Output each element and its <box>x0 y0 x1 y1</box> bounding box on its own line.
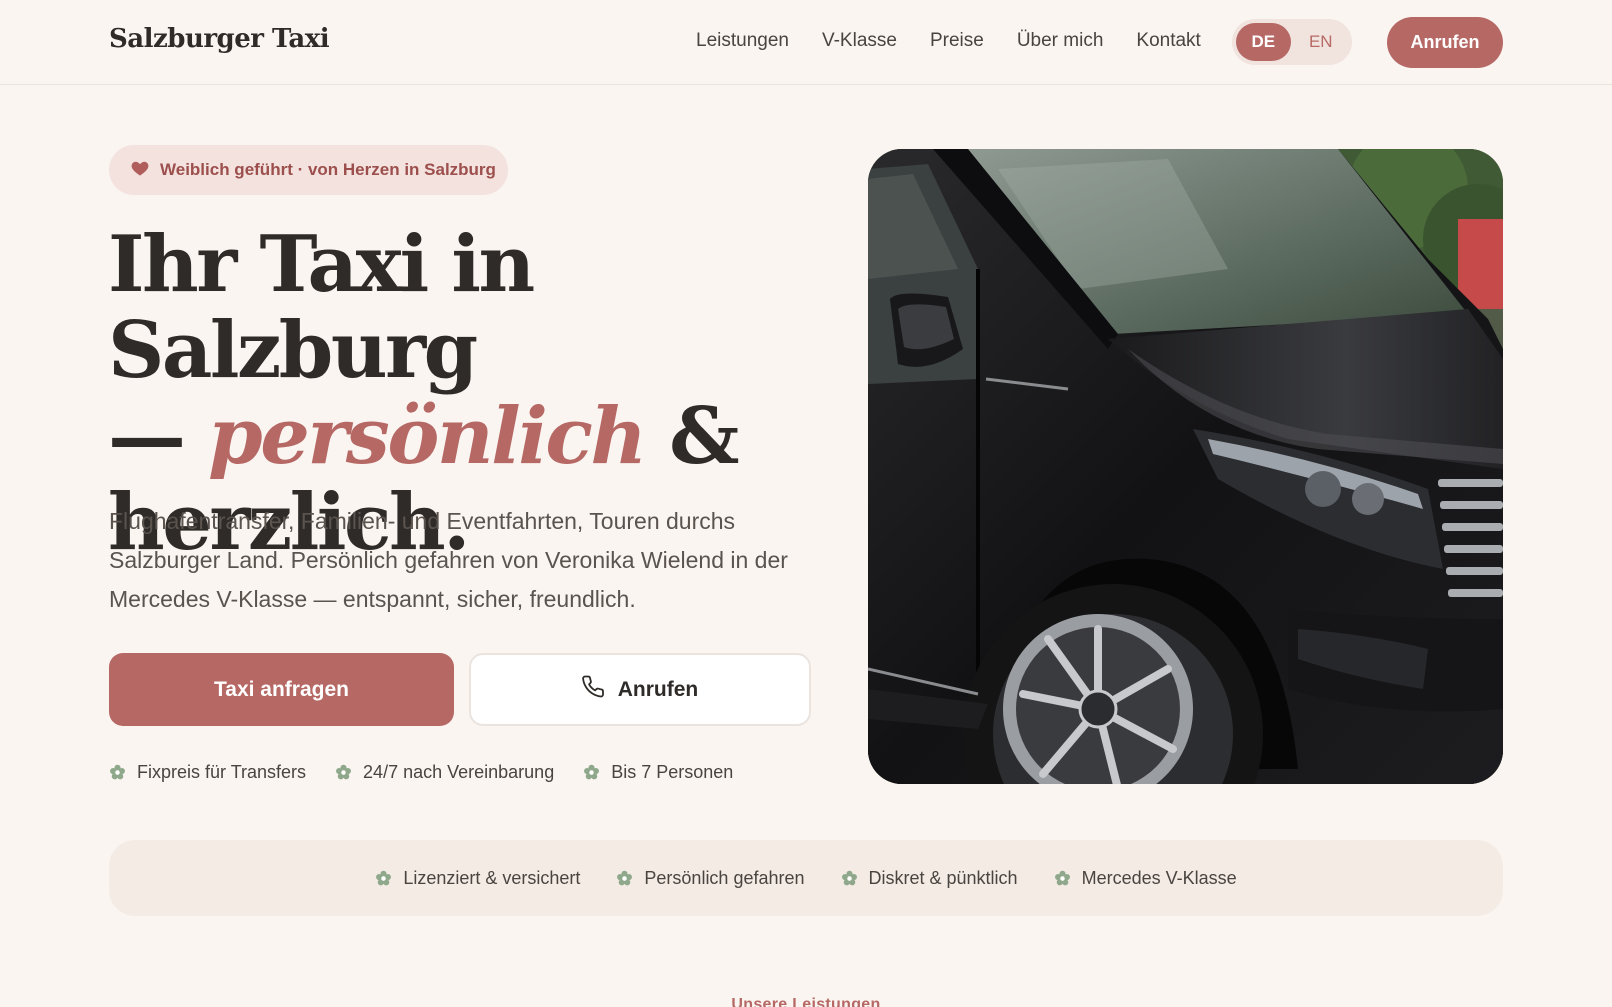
hero-lead: Flughafentransfer, Familien- und Eventfa… <box>109 508 788 612</box>
feature-label: 24/7 nach Vereinbarung <box>363 762 555 782</box>
trust-label: Lizenziert & versichert <box>403 867 581 888</box>
trust-label: Diskret & pünktlich <box>868 867 1018 888</box>
language-switcher: DE EN <box>1232 19 1352 65</box>
flower-icon <box>376 870 392 885</box>
hero-badge-text: Weiblich geführt · von Herzen in Salzbur… <box>160 160 496 179</box>
trust-label: Persönlich gefahren <box>644 867 805 888</box>
flower-icon <box>1054 870 1070 885</box>
headline-amp: & <box>644 391 739 482</box>
feature-item: Fixpreis für Transfers <box>109 762 306 783</box>
feature-label: Fixpreis für Transfers <box>137 762 307 782</box>
feature-label: Bis 7 Personen <box>611 762 734 782</box>
lang-option-en[interactable]: EN <box>1294 23 1349 61</box>
heart-icon <box>130 158 150 183</box>
hero-features: Fixpreis für Transfers 24/7 nach Vereinb… <box>109 762 733 783</box>
trust-label: Mercedes V-Klasse <box>1081 867 1237 888</box>
lang-option-de[interactable]: DE <box>1236 23 1291 61</box>
headline-dash: — <box>108 391 209 482</box>
nav-link-ueber-mich[interactable]: Über mich <box>1017 30 1104 52</box>
hero-call-button[interactable]: Anrufen <box>469 653 811 726</box>
nav-link-v-klasse[interactable]: V-Klasse <box>822 30 897 52</box>
feature-item: 24/7 nach Vereinbarung <box>335 762 554 783</box>
trust-item: Mercedes V-Klasse <box>1054 868 1237 889</box>
nav-link-preise[interactable]: Preise <box>930 30 984 52</box>
trust-item: Diskret & pünktlich <box>841 868 1018 889</box>
flower-icon <box>336 764 352 780</box>
nav-link-leistungen[interactable]: Leistungen <box>696 30 789 52</box>
feature-item: Bis 7 Personen <box>583 762 733 783</box>
nav-link-kontakt[interactable]: Kontakt <box>1136 30 1200 52</box>
hero-call-label: Anrufen <box>617 677 699 701</box>
hero-van-image <box>868 149 1503 784</box>
next-section-label: Unsere Leistungen <box>731 996 881 1007</box>
headline-accent: persönlich <box>208 391 647 482</box>
flower-icon <box>617 870 633 885</box>
header-call-button[interactable]: Anrufen <box>1387 17 1503 68</box>
request-taxi-button[interactable]: Taxi anfragen <box>109 653 454 726</box>
site-header: Salzburger Taxi Leistungen V-Klasse Prei… <box>0 0 1612 85</box>
trust-bar: Lizenziert & versichert Persönlich gefah… <box>109 840 1503 916</box>
hero-badge: Weiblich geführt · von Herzen in Salzbur… <box>109 145 508 195</box>
main-nav: Leistungen V-Klasse Preise Über mich Kon… <box>696 30 1201 52</box>
flower-icon <box>584 764 600 780</box>
phone-icon <box>581 675 606 705</box>
flower-icon <box>841 870 857 885</box>
trust-item: Persönlich gefahren <box>616 867 805 889</box>
flower-icon <box>110 764 125 780</box>
headline-line-1: Ihr Taxi in Salzburg <box>108 219 535 396</box>
site-logo[interactable]: Salzburger Taxi <box>109 24 330 54</box>
trust-item: Lizenziert & versichert <box>375 868 580 889</box>
